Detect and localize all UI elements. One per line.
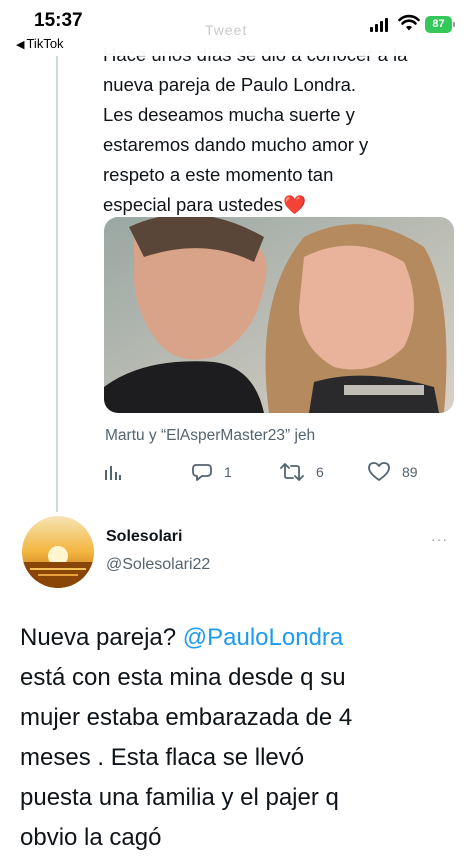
avatar[interactable] — [22, 516, 94, 588]
retweet-button[interactable]: 6 — [280, 458, 324, 486]
back-app-label: TikTok — [26, 36, 64, 51]
reply-tweet-text: Nueva pareja? @PauloLondra está con esta… — [20, 618, 460, 858]
sunset-avatar-image — [22, 516, 94, 588]
signal-icon — [370, 18, 390, 32]
back-arrow-icon: ◀ — [16, 39, 25, 51]
reply-count: 1 — [224, 464, 232, 480]
battery-level: 87 — [432, 18, 445, 30]
thread-line — [56, 52, 58, 512]
battery-icon: 87 — [425, 16, 455, 33]
tweet-line: obvio la cagó — [20, 824, 162, 851]
tweet-line: respeto a este momento tan — [103, 164, 334, 185]
header-title: Tweet — [205, 22, 248, 38]
tweet-line: mujer estaba embarazada de 4 — [20, 704, 353, 731]
tweet-line: está con esta mina desde q su — [20, 664, 346, 691]
tweet-line: Les deseamos mucha suerte y — [103, 104, 355, 125]
reply-icon — [192, 464, 212, 481]
tweet-photo[interactable] — [104, 217, 454, 413]
tweet-line: especial para ustedes — [103, 194, 283, 215]
more-icon[interactable]: ··· — [431, 531, 448, 547]
status-bar: 15:37 ◀ TikTok Tweet 87 — [0, 0, 474, 56]
reply-context[interactable]: Martu y “ElAsperMaster23” jeh — [105, 427, 315, 445]
tweet-line: estaremos dando mucho amor y — [103, 134, 369, 155]
retweet-icon — [280, 463, 304, 481]
tweet-line: meses . Esta flaca se llevó — [20, 744, 305, 771]
author-handle[interactable]: @Solesolari22 — [106, 556, 210, 574]
analytics-icon — [105, 466, 121, 480]
tweet-line: nueva pareja de Paulo Londra. — [103, 74, 357, 95]
reply-button[interactable]: 1 — [192, 458, 232, 486]
author-name[interactable]: Solesolari — [106, 528, 182, 546]
tweet-text-segment: Nueva pareja? — [20, 624, 183, 651]
previous-tweet-text: Hace unos días se dio a conocer a la nue… — [103, 40, 463, 220]
tweet-line: puesta una familia y el pajer q — [20, 784, 339, 811]
like-count: 89 — [402, 464, 418, 480]
like-icon — [368, 462, 390, 481]
mention-link[interactable]: @PauloLondra — [183, 624, 343, 651]
retweet-count: 6 — [316, 464, 324, 480]
tweet-actions: 1 6 89 — [104, 458, 444, 486]
heart-emoji: ❤️ — [282, 194, 307, 215]
back-to-app-button[interactable]: ◀ TikTok — [16, 36, 64, 51]
analytics-button[interactable] — [104, 458, 134, 486]
like-button[interactable]: 89 — [368, 458, 418, 486]
wifi-icon — [398, 14, 420, 31]
status-time: 15:37 — [34, 10, 83, 31]
